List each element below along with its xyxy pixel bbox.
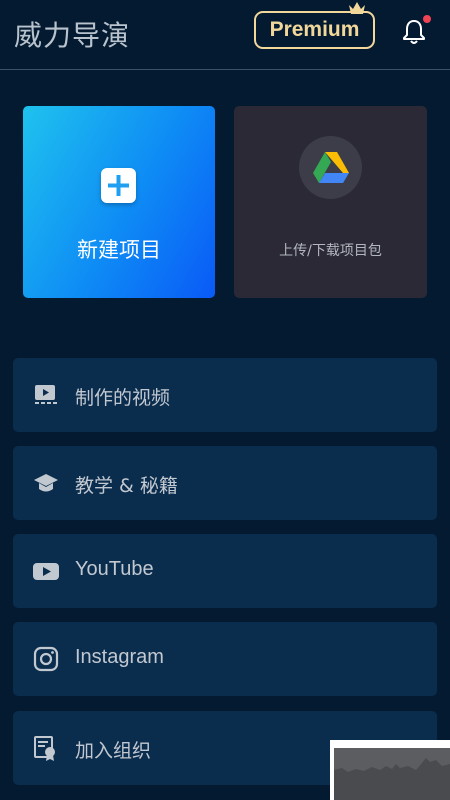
menu-item-produced-videos[interactable]: 制作的视频 — [13, 358, 437, 432]
plus-icon — [101, 168, 136, 203]
header-divider — [0, 69, 450, 70]
menu-item-label: 教学 & 秘籍 — [75, 475, 178, 497]
premium-label: Premium — [269, 18, 360, 41]
menu-item-tutorials[interactable]: 教学 & 秘籍 — [13, 446, 437, 520]
new-project-card[interactable]: 新建项目 — [23, 106, 215, 298]
menu-item-label: YouTube — [75, 558, 154, 580]
youtube-icon — [33, 563, 59, 580]
video-library-icon — [35, 385, 57, 404]
drive-label: 上传/下载项目包 — [279, 243, 382, 259]
app-header: 威力导演 Premium — [0, 0, 450, 70]
graduation-cap-icon — [34, 474, 58, 492]
drive-upload-download-card[interactable]: 上传/下载项目包 — [234, 106, 427, 298]
notification-dot — [423, 15, 431, 23]
menu-item-youtube[interactable]: YouTube — [13, 534, 437, 608]
menu-item-label: Instagram — [75, 646, 164, 668]
certificate-icon — [34, 736, 55, 761]
instagram-icon — [33, 646, 59, 672]
premium-button[interactable]: Premium — [254, 2, 375, 49]
video-preview-thumbnail[interactable] — [330, 740, 450, 800]
crown-icon — [349, 2, 365, 14]
thumbnail-image — [334, 748, 450, 800]
menu-item-label: 加入组织 — [75, 740, 152, 762]
new-project-label: 新建项目 — [77, 238, 161, 262]
menu-item-instagram[interactable]: Instagram — [13, 622, 437, 696]
google-drive-icon — [299, 136, 362, 199]
menu-item-label: 制作的视频 — [75, 387, 171, 409]
app-title: 威力导演 — [14, 19, 131, 52]
